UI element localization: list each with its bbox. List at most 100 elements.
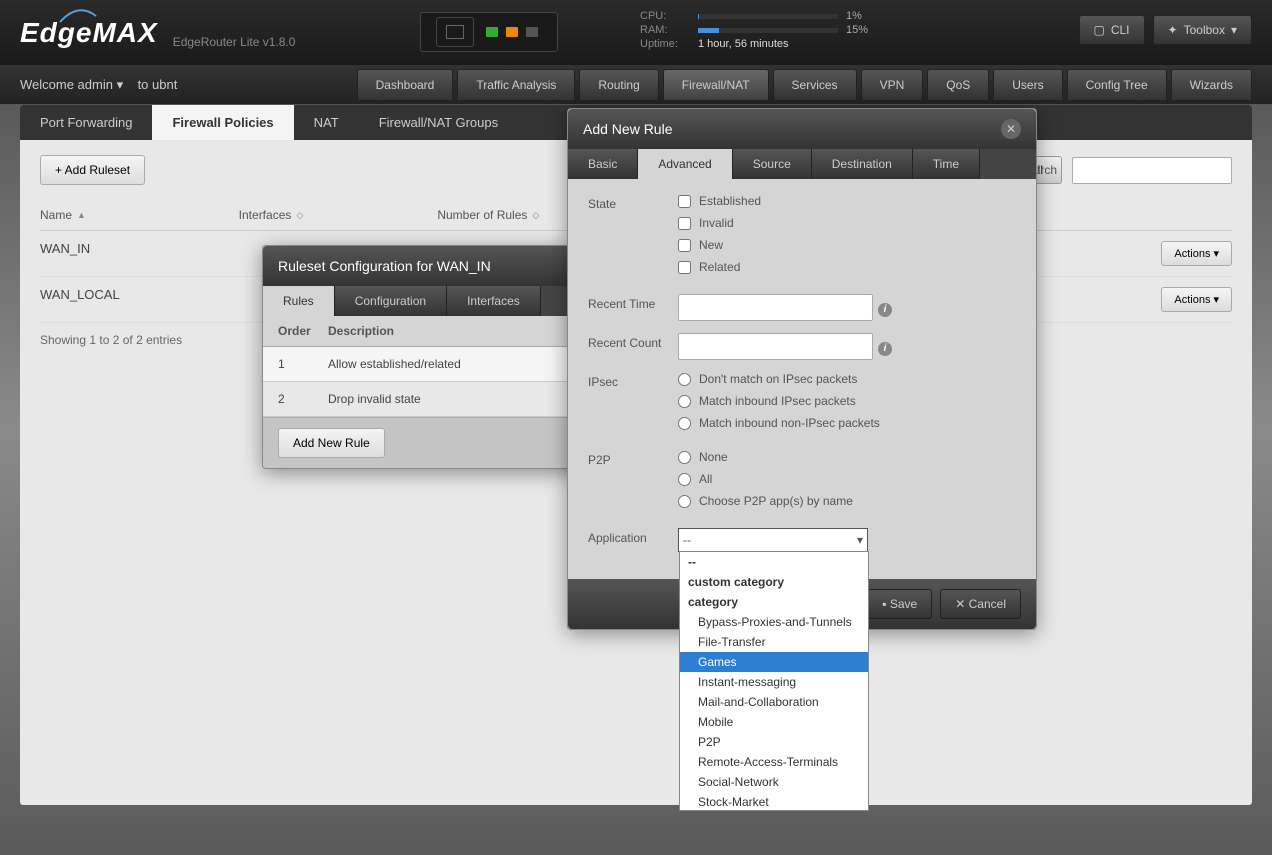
state-related-checkbox[interactable]: [678, 261, 691, 274]
dropdown-item[interactable]: Stock-Market: [680, 792, 868, 811]
sort-icon: ▲: [77, 210, 86, 220]
save-button[interactable]: ▪ Save: [867, 589, 932, 619]
recent-time-label: Recent Time: [588, 294, 678, 321]
column-header[interactable]: Name▲: [40, 208, 239, 222]
ruleset-tab-configuration[interactable]: Configuration: [335, 286, 447, 316]
close-icon[interactable]: ✕: [1001, 119, 1021, 139]
dropdown-item[interactable]: Remote-Access-Terminals: [680, 752, 868, 772]
display-icon: [436, 17, 474, 47]
sort-icon: ◇: [296, 210, 303, 221]
ram-label: RAM:: [640, 24, 690, 36]
dropdown-item[interactable]: File-Transfer: [680, 632, 868, 652]
ipsec-radio[interactable]: [678, 373, 691, 386]
dropdown-item[interactable]: Instant-messaging: [680, 672, 868, 692]
dropdown-group: custom category: [680, 572, 868, 592]
recent-count-input[interactable]: [678, 333, 873, 360]
uptime-label: Uptime:: [640, 38, 690, 50]
p2p-radio[interactable]: [678, 451, 691, 464]
state-established-checkbox[interactable]: [678, 195, 691, 208]
nav-tab-firewall-nat[interactable]: Firewall/NAT: [663, 69, 769, 101]
port-eth2-icon: [526, 27, 538, 37]
application-dropdown[interactable]: --custom categorycategoryBypass-Proxies-…: [679, 551, 869, 811]
state-label: State: [588, 194, 678, 282]
nav-tab-dashboard[interactable]: Dashboard: [357, 69, 454, 101]
dropdown-item[interactable]: Mobile: [680, 712, 868, 732]
status-panel: [420, 12, 558, 52]
col-order-header: Order: [278, 324, 328, 338]
dropdown-group: category: [680, 592, 868, 612]
sub-tab-port-forwarding[interactable]: Port Forwarding: [20, 105, 152, 140]
nav-tab-routing[interactable]: Routing: [579, 69, 658, 101]
p2p-label: P2P: [588, 450, 678, 516]
ipsec-radio[interactable]: [678, 417, 691, 430]
product-name: EdgeRouter Lite v1.8.0: [173, 35, 296, 49]
add-new-rule-button[interactable]: Add New Rule: [278, 428, 385, 458]
toolbox-button[interactable]: ✦Toolbox▾: [1153, 15, 1252, 45]
checkbox-label: New: [699, 238, 723, 252]
nav-tab-qos[interactable]: QoS: [927, 69, 989, 101]
radio-label: Match inbound IPsec packets: [699, 394, 856, 408]
nav-tab-config-tree[interactable]: Config Tree: [1067, 69, 1167, 101]
newrule-tab-basic[interactable]: Basic: [568, 149, 638, 179]
add-new-rule-modal: Add New Rule ✕ BasicAdvancedSourceDestin…: [567, 108, 1037, 630]
dropdown-item[interactable]: Games: [680, 652, 868, 672]
port-eth1-icon: [506, 27, 518, 37]
p2p-radio[interactable]: [678, 473, 691, 486]
newrule-tab-destination[interactable]: Destination: [812, 149, 913, 179]
dropdown-group: --: [680, 552, 868, 572]
column-header[interactable]: Interfaces◇: [239, 208, 438, 222]
nav-tab-traffic-analysis[interactable]: Traffic Analysis: [457, 69, 575, 101]
cpu-label: CPU:: [640, 10, 690, 22]
application-select[interactable]: --▾ --custom categorycategoryBypass-Prox…: [678, 528, 868, 552]
chevron-down-icon: ▾: [857, 533, 863, 547]
dropdown-item[interactable]: P2P: [680, 732, 868, 752]
application-label: Application: [588, 528, 678, 552]
nav-tab-wizards[interactable]: Wizards: [1171, 69, 1252, 101]
sub-tab-nat[interactable]: NAT: [294, 105, 359, 140]
state-new-checkbox[interactable]: [678, 239, 691, 252]
p2p-radio[interactable]: [678, 495, 691, 508]
ipsec-label: IPsec: [588, 372, 678, 438]
cpu-value: 1%: [846, 10, 862, 22]
welcome-user[interactable]: Welcome admin ▾ to ubnt: [20, 77, 177, 93]
logo-swoosh-icon: [58, 6, 98, 24]
add-ruleset-button[interactable]: + Add Ruleset: [40, 155, 145, 185]
chevron-down-icon: ▾: [1231, 23, 1237, 37]
save-icon: ▪: [882, 597, 886, 611]
sub-tab-firewall-nat-groups[interactable]: Firewall/NAT Groups: [359, 105, 518, 140]
cancel-button[interactable]: ✕ Cancel: [940, 589, 1021, 619]
column-header[interactable]: [1033, 208, 1232, 222]
nav-tab-vpn[interactable]: VPN: [861, 69, 924, 101]
recent-count-label: Recent Count: [588, 333, 678, 360]
cli-button[interactable]: ▢CLI: [1079, 15, 1145, 45]
newrule-tab-source[interactable]: Source: [733, 149, 812, 179]
uptime-value: 1 hour, 56 minutes: [698, 38, 789, 50]
checkbox-label: Related: [699, 260, 740, 274]
port-eth0-icon: [486, 27, 498, 37]
cancel-icon: ✕: [955, 597, 965, 611]
dropdown-item[interactable]: Social-Network: [680, 772, 868, 792]
radio-label: Match inbound non-IPsec packets: [699, 416, 880, 430]
wrench-icon: ✦: [1168, 23, 1178, 37]
dropdown-item[interactable]: Bypass-Proxies-and-Tunnels: [680, 612, 868, 632]
actions-button[interactable]: Actions ▾: [1161, 241, 1232, 266]
ram-value: 15%: [846, 24, 868, 36]
sub-tab-firewall-policies[interactable]: Firewall Policies: [152, 105, 293, 140]
ruleset-tab-interfaces[interactable]: Interfaces: [447, 286, 541, 316]
newrule-tab-time[interactable]: Time: [913, 149, 980, 179]
newrule-tab-advanced[interactable]: Advanced: [638, 149, 732, 179]
actions-button[interactable]: Actions ▾: [1161, 287, 1232, 312]
state-invalid-checkbox[interactable]: [678, 217, 691, 230]
nav-tab-services[interactable]: Services: [773, 69, 857, 101]
system-stats: CPU: 1% RAM: 15% Uptime: 1 hour, 56 minutes: [640, 10, 868, 52]
checkbox-label: Established: [699, 194, 761, 208]
nav-tab-users[interactable]: Users: [993, 69, 1062, 101]
search-input[interactable]: [1072, 157, 1232, 184]
recent-time-input[interactable]: [678, 294, 873, 321]
newrule-modal-title: Add New Rule: [583, 121, 673, 137]
radio-label: All: [699, 472, 712, 486]
ipsec-radio[interactable]: [678, 395, 691, 408]
ruleset-tab-rules[interactable]: Rules: [263, 286, 335, 316]
sort-icon: ◇: [532, 210, 539, 221]
dropdown-item[interactable]: Mail-and-Collaboration: [680, 692, 868, 712]
